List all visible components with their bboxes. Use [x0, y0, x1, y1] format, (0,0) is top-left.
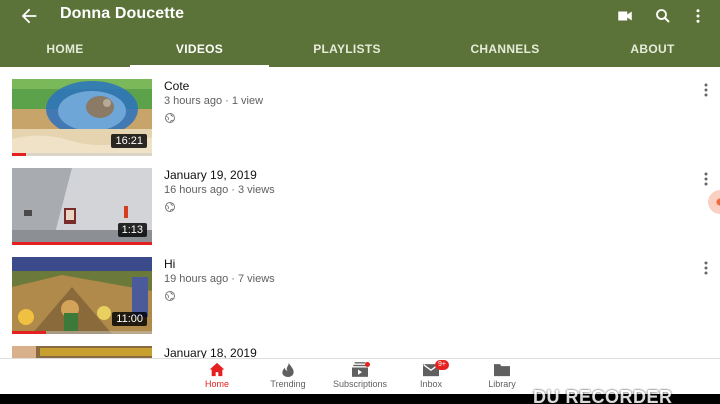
- nav-label: Trending: [270, 379, 306, 389]
- home-icon: [209, 362, 225, 377]
- video-item[interactable]: January 18, 2019: [0, 334, 720, 358]
- video-thumbnail[interactable]: 11:00: [12, 257, 152, 334]
- app-bar: Donna Doucette: [0, 0, 720, 34]
- nav-library[interactable]: Library: [466, 362, 538, 394]
- video-thumbnail[interactable]: 16:21: [12, 79, 152, 156]
- tab-videos[interactable]: VIDEOS: [130, 34, 269, 67]
- tab-playlists[interactable]: PLAYLISTS: [269, 34, 425, 67]
- search-icon[interactable]: [652, 5, 674, 27]
- video-title[interactable]: Cote: [164, 79, 189, 93]
- video-item[interactable]: 16:21 Cote 3 hours ago · 1 view: [0, 67, 720, 156]
- public-globe-icon: [164, 200, 176, 212]
- more-vertical-icon[interactable]: [687, 5, 709, 27]
- nav-label: Subscriptions: [332, 379, 388, 389]
- inbox-badge: 9+: [435, 360, 449, 370]
- channel-title: Donna Doucette: [60, 5, 185, 22]
- video-more-icon[interactable]: [700, 259, 712, 277]
- video-meta: 3 hours ago · 1 view: [164, 95, 264, 107]
- nav-trending[interactable]: Trending: [252, 362, 324, 394]
- video-more-icon[interactable]: [700, 170, 712, 188]
- video-camera-icon[interactable]: [614, 5, 636, 27]
- nav-label: Inbox: [419, 379, 443, 389]
- video-thumbnail[interactable]: [12, 346, 152, 358]
- video-item[interactable]: 11:00 Hi 19 hours ago · 7 views: [0, 245, 720, 334]
- nav-inbox[interactable]: 9+ Inbox: [395, 360, 467, 394]
- video-duration: 16:21: [111, 134, 147, 148]
- nav-subscriptions[interactable]: Subscriptions: [324, 362, 396, 394]
- recorder-watermark: DU RECORDER: [533, 387, 673, 404]
- nav-label: Home: [204, 379, 229, 389]
- video-duration: 11:00: [112, 312, 147, 326]
- video-more-icon[interactable]: [700, 81, 712, 99]
- video-title[interactable]: January 18, 2019: [164, 346, 257, 358]
- youtube-channel-screen: Donna Doucette HOME VIDEOS PLAYLISTS CHA…: [0, 0, 720, 404]
- folder-icon: [494, 362, 510, 377]
- video-item[interactable]: 1:13 January 19, 2019 16 hours ago · 3 v…: [0, 156, 720, 245]
- video-title[interactable]: Hi: [164, 257, 175, 271]
- back-arrow-icon[interactable]: [18, 5, 40, 27]
- tab-about[interactable]: ABOUT: [585, 34, 720, 67]
- video-meta: 16 hours ago · 3 views: [164, 184, 275, 196]
- tab-channels[interactable]: CHANNELS: [425, 34, 585, 67]
- flame-icon: [280, 362, 296, 377]
- video-duration: 1:13: [117, 223, 147, 237]
- public-globe-icon: [164, 289, 176, 301]
- public-globe-icon: [164, 111, 176, 123]
- video-meta: 19 hours ago · 7 views: [164, 273, 275, 285]
- nav-home[interactable]: Home: [181, 362, 253, 394]
- video-thumbnail[interactable]: 1:13: [12, 168, 152, 245]
- new-content-dot: [365, 362, 370, 367]
- channel-tabs: HOME VIDEOS PLAYLISTS CHANNELS ABOUT: [0, 34, 720, 67]
- video-title[interactable]: January 19, 2019: [164, 168, 257, 182]
- video-list: 16:21 Cote 3 hours ago · 1 view 1:13 Jan…: [0, 67, 720, 358]
- nav-label: Library: [488, 379, 516, 389]
- tab-home[interactable]: HOME: [0, 34, 130, 67]
